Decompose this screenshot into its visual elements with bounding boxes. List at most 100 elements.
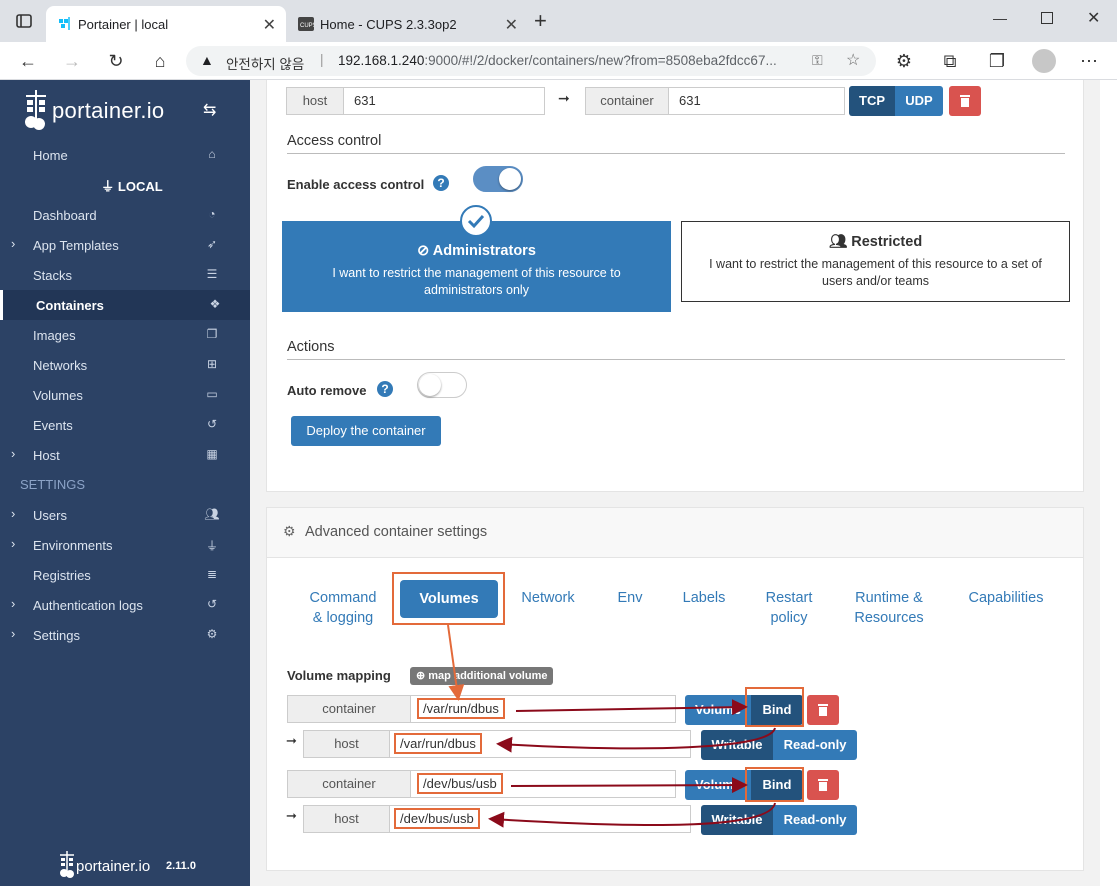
restricted-option-title: Restricted <box>851 234 923 250</box>
tab-labels[interactable]: Labels <box>677 588 731 608</box>
tab-network[interactable]: Network <box>515 588 581 608</box>
browser-tab-cups[interactable]: CUPS Home - CUPS 2.3.3op2 ✕ <box>288 6 528 42</box>
volume-type-button[interactable]: Volume <box>685 695 751 725</box>
sidebar-item-images[interactable]: Images ❐ <box>0 320 250 350</box>
url-input[interactable]: ▲ 안전하지 않음 | 192.168.1.240:9000/#!/2/dock… <box>186 46 876 76</box>
sidebar-item-networks[interactable]: Networks ⊞ <box>0 350 250 380</box>
sidebar-toggle-icon[interactable]: ⇆ <box>203 100 216 120</box>
auto-remove-toggle[interactable] <box>417 372 467 398</box>
collections-icon[interactable]: ❐ <box>985 49 1009 73</box>
sidebar-item-environments[interactable]: › Environments ⏚ <box>0 530 250 560</box>
chevron-right-icon[interactable]: › <box>11 506 15 521</box>
browser-tab-portainer[interactable]: Portainer | local ✕ <box>46 6 286 42</box>
sidebar-item-label: Images <box>33 328 76 343</box>
close-tab-icon[interactable]: ✕ <box>263 15 276 35</box>
tab-title: Portainer | local <box>78 17 169 32</box>
new-tab-button[interactable]: + <box>534 10 547 32</box>
volume-type-button[interactable]: Volume <box>685 770 751 800</box>
map-additional-volume-button[interactable]: ⊕ map additional volume <box>410 667 554 685</box>
container-form-panel: host 631 ➞ container 631 TCP UDP Access … <box>266 80 1084 492</box>
extensions-puzzle-icon[interactable]: ⧉ <box>938 49 962 73</box>
access-control-toggle[interactable] <box>473 166 523 192</box>
tab-env[interactable]: Env <box>610 588 650 608</box>
close-tab-icon[interactable]: ✕ <box>505 15 518 35</box>
container-addon: container <box>585 87 669 115</box>
remove-volume-button[interactable] <box>807 695 839 725</box>
key-icon[interactable]: ⚿ <box>812 52 823 69</box>
maximize-icon[interactable] <box>1041 12 1053 24</box>
address-bar: ← → ↻ ⌂ ▲ 안전하지 않음 | 192.168.1.240:9000/#… <box>0 42 1117 80</box>
back-icon[interactable]: ← <box>16 49 40 73</box>
chevron-right-icon[interactable]: › <box>11 596 15 611</box>
warning-icon[interactable]: ▲ <box>200 52 214 68</box>
tab-restart-policy[interactable]: Restart policy <box>757 588 821 628</box>
chevron-right-icon[interactable]: › <box>11 446 15 461</box>
tab-runtime-resources[interactable]: Runtime & Resources <box>847 588 931 628</box>
sidebar-item-home[interactable]: Home ⌂ <box>0 140 250 170</box>
home-icon[interactable]: ⌂ <box>148 49 172 73</box>
chevron-right-icon[interactable]: › <box>11 236 15 251</box>
udp-button[interactable]: UDP <box>895 86 943 116</box>
host-path-input[interactable]: /dev/bus/usb <box>389 805 691 833</box>
url-host: 192.168.1.240 <box>338 53 425 68</box>
clone-icon: ❐ <box>206 327 218 341</box>
users-icon: 👥︎ <box>828 234 848 250</box>
tab-actions-icon[interactable] <box>12 9 36 33</box>
tcp-button[interactable]: TCP <box>849 86 895 116</box>
remove-volume-button[interactable] <box>807 770 839 800</box>
security-label[interactable]: 안전하지 않음 <box>226 53 304 73</box>
read-only-button[interactable]: Read-only <box>773 730 857 760</box>
container-path-input[interactable]: /var/run/dbus <box>410 695 676 723</box>
sidebar-item-settings[interactable]: › Settings ⚙ <box>0 620 250 650</box>
host-addon: host <box>286 87 344 115</box>
host-addon: host <box>303 730 390 758</box>
tab-command-logging[interactable]: Command & logging <box>301 588 385 628</box>
sidebar-item-events[interactable]: Events ↺ <box>0 410 250 440</box>
arrow-right-icon: ➞ <box>286 808 297 823</box>
cog-icon: ⚙ <box>283 523 296 539</box>
container-path-value: /dev/bus/usb <box>417 773 503 794</box>
sidebar-item-containers[interactable]: Containers ❖ <box>0 290 250 320</box>
volume-container-group: container /var/run/dbus <box>287 695 677 723</box>
deploy-container-button[interactable]: Deploy the container <box>291 416 441 446</box>
reload-icon[interactable]: ↻ <box>104 49 128 73</box>
chevron-right-icon[interactable]: › <box>11 626 15 641</box>
environment-name: ⏚ LOCAL <box>101 179 163 194</box>
more-menu-icon[interactable]: ⋯ <box>1077 49 1101 73</box>
sidebar-item-registries[interactable]: Registries ≣ <box>0 560 250 590</box>
extension-gear-icon[interactable]: ⚙ <box>892 49 916 73</box>
writable-button[interactable]: Writable <box>701 730 773 760</box>
sidebar-item-host[interactable]: › Host ▦ <box>0 440 250 470</box>
enable-access-control-label: Enable access control <box>287 177 425 192</box>
sidebar-item-label: Containers <box>36 298 104 313</box>
svg-text:CUPS: CUPS <box>300 23 314 29</box>
tab-capabilities[interactable]: Capabilities <box>961 588 1051 608</box>
sidebar-item-users[interactable]: › Users 👥︎ <box>0 500 250 530</box>
container-port-input[interactable]: 631 <box>668 87 845 115</box>
chevron-right-icon[interactable]: › <box>11 536 15 551</box>
favorite-star-icon[interactable]: ☆ <box>846 50 860 70</box>
sidebar-item-volumes[interactable]: Volumes ▭ <box>0 380 250 410</box>
profile-avatar[interactable] <box>1032 49 1056 73</box>
help-icon[interactable]: ? <box>377 381 393 397</box>
minimize-icon[interactable]: — <box>993 10 1007 26</box>
writable-button[interactable]: Writable <box>701 805 773 835</box>
host-path-input[interactable]: /var/run/dbus <box>389 730 691 758</box>
forward-icon[interactable]: → <box>60 49 84 73</box>
remove-port-button[interactable] <box>949 86 981 116</box>
database-icon: ≣ <box>206 567 218 581</box>
container-path-input[interactable]: /dev/bus/usb <box>410 770 676 798</box>
sidebar-item-stacks[interactable]: Stacks ☰ <box>0 260 250 290</box>
host-path-value: /var/run/dbus <box>394 733 482 754</box>
help-icon[interactable]: ? <box>433 175 449 191</box>
sidebar-item-app-templates[interactable]: › App Templates ➶ <box>0 230 250 260</box>
read-only-button[interactable]: Read-only <box>773 805 857 835</box>
restricted-option[interactable]: 👥︎ Restricted I want to restrict the man… <box>681 221 1070 302</box>
host-port-input[interactable]: 631 <box>343 87 545 115</box>
url-path: :9000/#!/2/docker/containers/new?from=85… <box>424 53 777 68</box>
sidebar-item-label: Settings <box>33 628 80 643</box>
sidebar-item-authentication-logs[interactable]: › Authentication logs ↺ <box>0 590 250 620</box>
close-window-icon[interactable]: ✕ <box>1087 8 1100 28</box>
sidebar-item-dashboard[interactable]: Dashboard ◔ <box>0 200 250 230</box>
cups-favicon-icon: CUPS <box>298 17 317 34</box>
